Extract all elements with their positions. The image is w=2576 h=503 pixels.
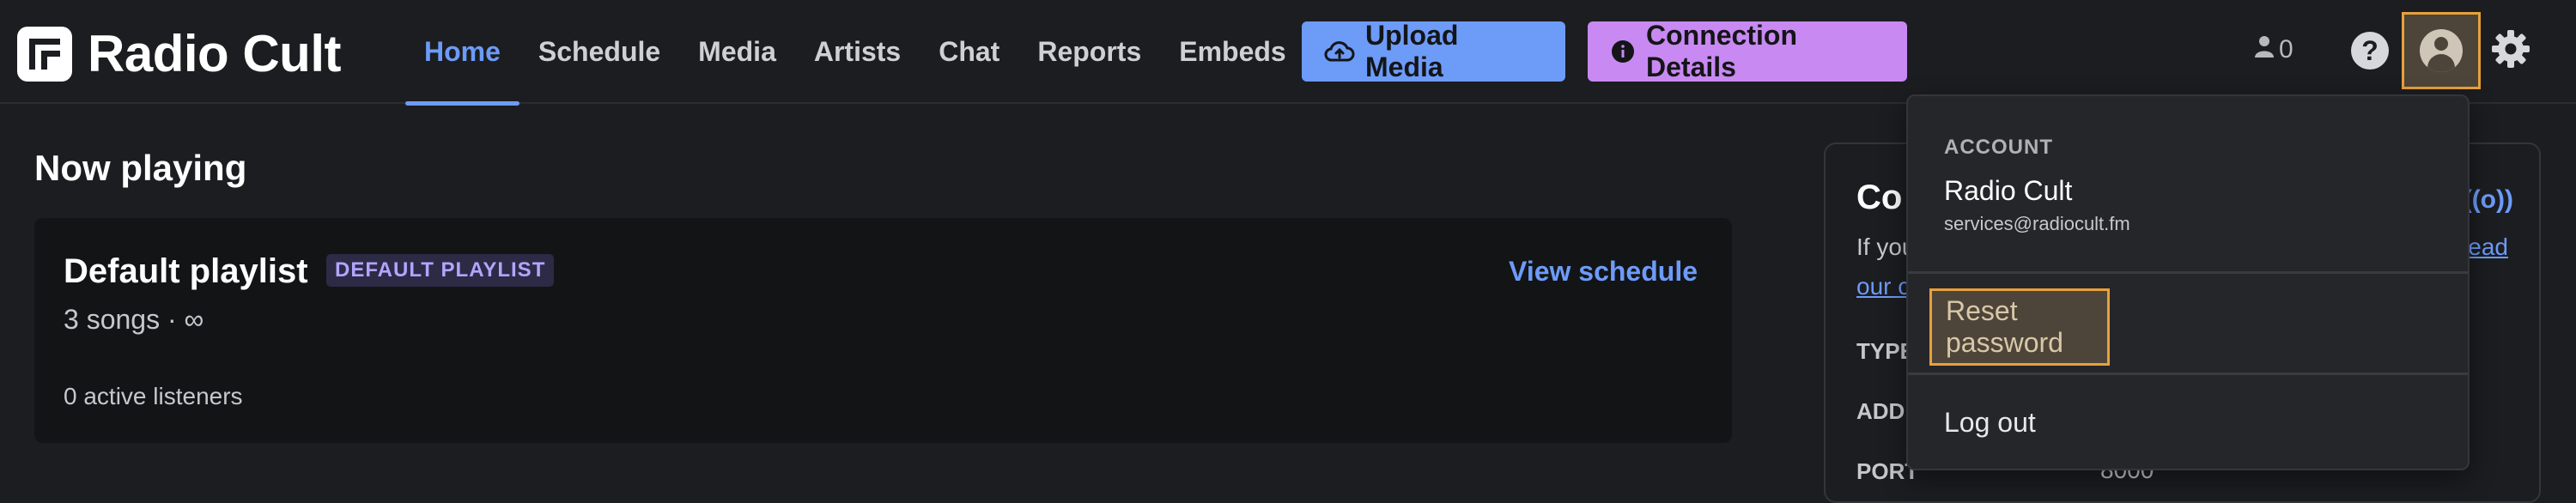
account-dropdown-menu: ACCOUNT Radio Cult services@radiocult.fm… (1906, 94, 2470, 470)
playlist-song-count: 3 songs · ∞ (64, 304, 204, 335)
menu-divider (1908, 271, 2468, 274)
nav-schedule[interactable]: Schedule (519, 0, 679, 104)
now-playing-heading: Now playing (34, 148, 247, 188)
reset-password-menu-item[interactable]: Reset password (1929, 288, 2110, 366)
listener-count: 0 (2253, 34, 2293, 65)
view-schedule-link[interactable]: View schedule (1509, 256, 1698, 288)
playlist-title: Default playlist (64, 252, 308, 290)
active-listeners: 0 active listeners (64, 383, 243, 409)
account-email: services@radiocult.fm (1944, 213, 2130, 234)
main-nav: Home Schedule Media Artists Chat Reports… (405, 0, 1305, 106)
connection-details-label: Connection Details (1646, 20, 1797, 82)
connection-card-title: Co (1856, 179, 1903, 216)
info-icon (1610, 39, 1636, 64)
nav-reports[interactable]: Reports (1018, 0, 1160, 104)
upload-media-button[interactable]: Upload Media (1302, 20, 1565, 82)
account-section-header: ACCOUNT (1944, 136, 2053, 159)
help-icon[interactable]: ? (2351, 32, 2389, 70)
top-navigation-bar: Radio Cult Home Schedule Media Artists C… (0, 0, 2576, 106)
connection-guide-link-2[interactable]: our c (1856, 273, 1910, 300)
gear-icon[interactable] (2490, 28, 2531, 74)
account-avatar-button[interactable] (2402, 12, 2481, 89)
broadcast-icon: ((o)) (2463, 185, 2513, 214)
radio-cult-logo-icon (17, 26, 72, 82)
app-name: Radio Cult (88, 25, 341, 82)
nav-home[interactable]: Home (405, 0, 519, 106)
listener-count-value: 0 (2279, 35, 2293, 64)
app-logo[interactable]: Radio Cult (17, 24, 341, 83)
connection-details-button[interactable]: Connection Details (1588, 20, 1907, 82)
upload-media-label: Upload Media (1365, 20, 1459, 82)
now-playing-card: Default playlist DEFAULT PLAYLIST 3 song… (34, 218, 1732, 443)
cloud-upload-icon (1324, 39, 1355, 64)
connection-guide-link[interactable]: ead (2468, 233, 2508, 261)
connection-address-label: ADD (1856, 398, 1905, 424)
nav-media[interactable]: Media (679, 0, 795, 104)
default-playlist-badge: DEFAULT PLAYLIST (326, 254, 555, 287)
log-out-menu-item[interactable]: Log out (1944, 407, 2036, 439)
avatar-icon (2420, 29, 2463, 72)
nav-artists[interactable]: Artists (795, 0, 920, 104)
menu-divider (1908, 373, 2468, 375)
nav-chat[interactable]: Chat (920, 0, 1018, 104)
listener-person-icon (2253, 34, 2275, 65)
account-name: Radio Cult (1944, 175, 2073, 206)
nav-embeds[interactable]: Embeds (1160, 0, 1304, 104)
